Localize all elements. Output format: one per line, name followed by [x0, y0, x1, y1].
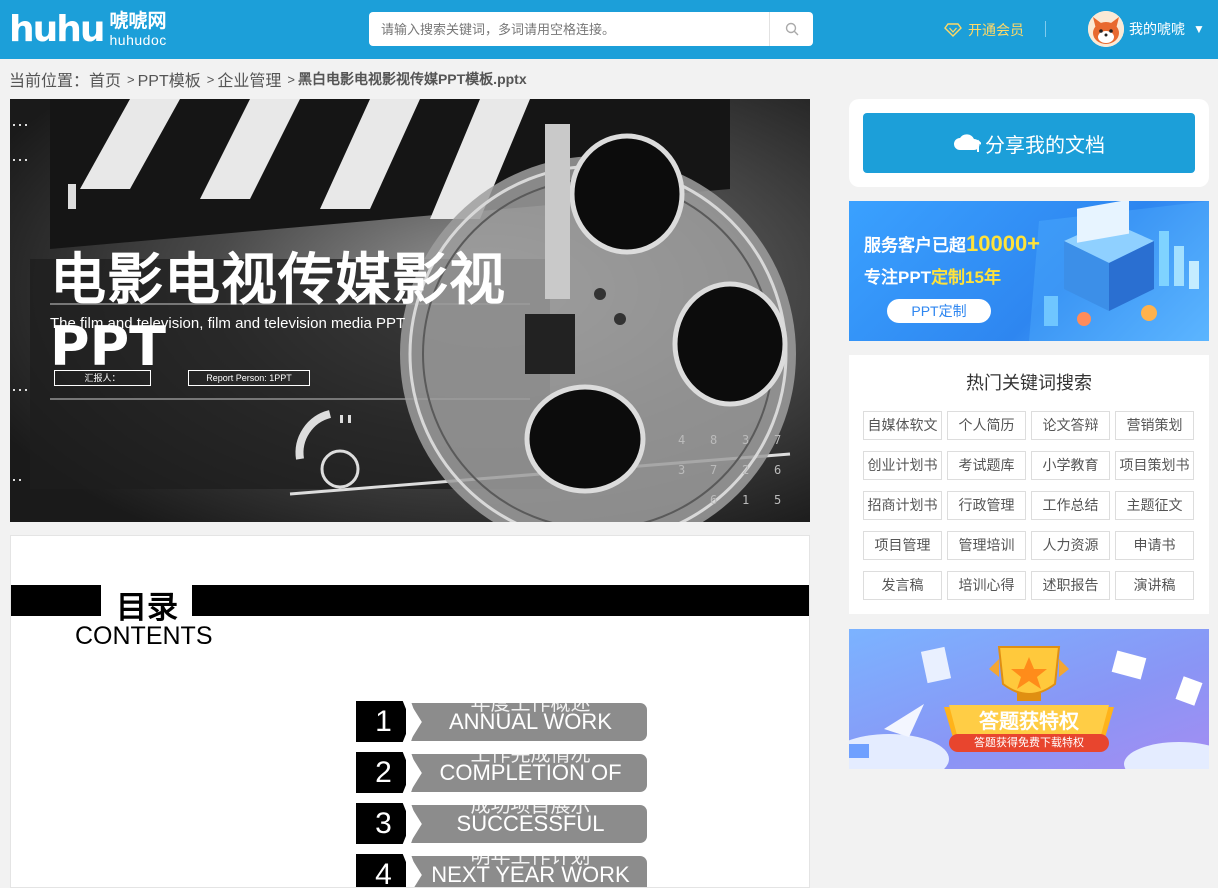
breadcrumb-separator: >	[127, 71, 135, 87]
chevron-down-icon: ▼	[1193, 22, 1205, 36]
breadcrumb-ppt[interactable]: PPT模板	[138, 67, 201, 91]
toc-subtitle: CONTENTS	[75, 622, 213, 650]
banner-line-2-text: 专注PPT	[864, 268, 932, 287]
keyword-tag[interactable]: 主题征文	[1115, 491, 1194, 520]
keyword-tag[interactable]: 考试题库	[947, 451, 1026, 480]
toc-item-number: 4	[356, 854, 411, 887]
logo-mark: huhu	[9, 9, 106, 50]
hot-keywords-panel: 热门关键词搜索 自媒体软文 个人简历 论文答辩 营销策划 创业计划书 考试题库 …	[849, 355, 1209, 614]
cloud-upload-icon	[954, 134, 981, 152]
slide-gap	[10, 522, 810, 535]
top-header: huhu 唬唬网 huhudoc 开通会员	[0, 0, 1218, 59]
keyword-tag[interactable]: 申请书	[1115, 531, 1194, 560]
slide-title: 电影电视传媒影视	[50, 248, 506, 313]
keyword-tag[interactable]: 发言稿	[863, 571, 942, 600]
keyword-tag[interactable]: 营销策划	[1115, 411, 1194, 440]
banner-line-1-text: 服务客户已超	[864, 236, 966, 255]
svg-text:3: 3	[678, 463, 685, 477]
quiz-banner-title: 答题获特权	[979, 711, 1079, 733]
keyword-tag[interactable]: 培训心得	[947, 571, 1026, 600]
breadcrumb-home[interactable]: 首页	[89, 67, 121, 91]
keyword-tag[interactable]: 人力资源	[1031, 531, 1110, 560]
fox-avatar-icon	[1088, 11, 1124, 47]
slide-tag-person: Report Person: 1PPT	[188, 370, 310, 386]
toc-title: 目录	[116, 590, 178, 626]
keyword-tag[interactable]: 个人简历	[947, 411, 1026, 440]
logo-text: 唬唬网 huhudoc	[109, 11, 167, 49]
user-label: 我的唬唬	[1129, 21, 1185, 37]
breadcrumb: 当前位置： 首页 > PPT模板 > 企业管理 > 黑白电影电视影视传媒PPT模…	[9, 68, 527, 90]
ppt-custom-button[interactable]: PPT定制	[887, 299, 991, 323]
breadcrumb-separator: >	[287, 71, 295, 87]
banner-line-2: 专注PPT定制15年	[864, 263, 1001, 288]
share-panel: 分享我的文档	[849, 99, 1209, 187]
toc-item-number: 3	[356, 803, 411, 844]
user-menu[interactable]: 我的唬唬 ▼	[1088, 11, 1205, 47]
keyword-tag[interactable]: 自媒体软文	[863, 411, 942, 440]
svg-text:7: 7	[710, 463, 717, 477]
toc-item: 2 工作完成情况 COMPLETION OF	[356, 744, 648, 793]
quiz-privilege-banner[interactable]: 答题获特权 答题获得免费下载特权	[849, 629, 1209, 769]
keyword-tag[interactable]: 小学教育	[1031, 451, 1110, 480]
svg-text:6: 6	[774, 463, 781, 477]
breadcrumb-current: 黑白电影电视影视传媒PPT模板.pptx	[297, 71, 527, 87]
document-preview-slide-2: 目录 CONTENTS 1 年度工作概述 ANNUAL WORK 2 工作完成情…	[10, 535, 810, 888]
svg-text:6: 6	[710, 493, 717, 507]
avatar	[1088, 11, 1124, 47]
toc-item: 1 年度工作概述 ANNUAL WORK	[356, 693, 648, 742]
banner-line-1-highlight: 10000+	[966, 231, 1041, 256]
svg-text:7: 7	[774, 433, 781, 447]
logo-cn: 唬唬网	[109, 11, 167, 32]
vip-label: 开通会员	[968, 22, 1024, 38]
keyword-tag[interactable]: 工作总结	[1031, 491, 1110, 520]
keyword-tag[interactable]: 项目管理	[863, 531, 942, 560]
keyword-tag[interactable]: 行政管理	[947, 491, 1026, 520]
breadcrumb-prefix: 当前位置：	[9, 73, 90, 90]
site-logo[interactable]: huhu 唬唬网 huhudoc	[9, 10, 167, 50]
breadcrumb-separator: >	[206, 71, 215, 87]
search-button[interactable]	[769, 12, 813, 46]
toc-item-en: SUCCESSFUL	[456, 811, 605, 836]
svg-text:5: 5	[774, 493, 781, 507]
keyword-tag[interactable]: 演讲稿	[1115, 571, 1194, 600]
toc-bar-left	[11, 585, 101, 616]
svg-text:3: 3	[742, 433, 749, 447]
toc-item-en: COMPLETION OF	[439, 760, 622, 785]
slide-tag-reporter: 汇报人：	[54, 370, 151, 386]
search-box	[369, 12, 813, 46]
document-preview-slide-1: 4837 3726 615 电影电视传媒影视 PPT The film and …	[10, 99, 810, 522]
hot-keywords-title: 热门关键词搜索	[966, 373, 1092, 393]
keyword-tag[interactable]: 创业计划书	[863, 451, 942, 480]
keyword-tag[interactable]: 项目策划书	[1115, 451, 1194, 480]
banner-line-2-highlight: 定制15年	[931, 268, 1001, 287]
svg-text:8: 8	[710, 433, 717, 447]
vip-link[interactable]: 开通会员	[944, 20, 1024, 40]
toc-item-en: ANNUAL WORK	[449, 709, 612, 734]
toc-item-number: 1	[356, 701, 411, 742]
slide-subtitle: The film and television, film and televi…	[50, 315, 406, 332]
svg-text:1: 1	[742, 493, 749, 507]
share-label: 分享我的文档	[985, 134, 1105, 157]
toc-bar-right	[192, 585, 809, 616]
toc-item: 3 成功项目展示 SUCCESSFUL	[356, 795, 648, 844]
toc-item-number: 2	[356, 752, 411, 793]
banner-line-1: 服务客户已超10000+	[864, 231, 1040, 257]
diamond-icon	[944, 23, 962, 37]
toc-item-en: NEXT YEAR WORK	[431, 862, 630, 887]
keyword-tag[interactable]: 述职报告	[1031, 571, 1110, 600]
keyword-tag[interactable]: 论文答辩	[1031, 411, 1110, 440]
header-divider	[1045, 21, 1046, 37]
logo-en: huhudoc	[109, 32, 167, 48]
svg-text:4: 4	[678, 433, 685, 447]
keyword-tag[interactable]: 招商计划书	[863, 491, 942, 520]
quiz-banner-subtitle: 答题获得免费下载特权	[949, 734, 1109, 752]
toc-item: 4 明年工作计划 NEXT YEAR WORK	[356, 846, 648, 887]
keyword-tag[interactable]: 管理培训	[947, 531, 1026, 560]
svg-text:2: 2	[742, 463, 749, 477]
breadcrumb-category[interactable]: 企业管理	[217, 67, 281, 91]
ppt-custom-banner[interactable]: 服务客户已超10000+ 专注PPT定制15年 PPT定制	[849, 201, 1209, 341]
search-icon	[785, 22, 798, 36]
share-document-button[interactable]: 分享我的文档	[863, 113, 1195, 173]
search-input[interactable]	[369, 12, 769, 46]
